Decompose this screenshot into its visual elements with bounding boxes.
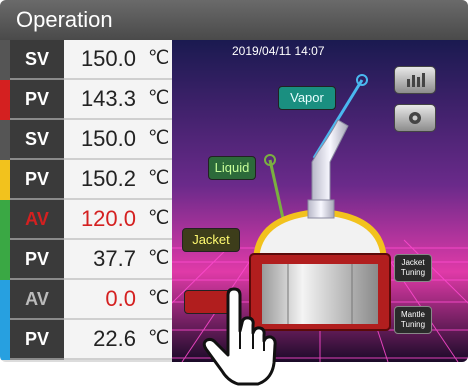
reading-row[interactable]: AV 120.0 ℃ [0,200,172,240]
hand-pointer-icon [202,287,277,386]
settings-button[interactable] [394,104,436,132]
reading-label: SV [10,120,64,160]
button-label: Tuning [400,320,426,329]
title-bar: Operation [0,0,468,40]
reading-value: 150.0 [80,126,136,151]
reading-value: 143.3 [80,86,136,111]
readings-panel: SV 150.0 ℃ PV 143.3 ℃ SV 150.0 ℃ PV 150.2 ℃ … [0,40,172,362]
reading-value: 37.7 [93,246,136,271]
reading-label: SV [10,40,64,80]
reading-value: 120.0 [80,206,136,231]
reading-label: PV [10,320,64,360]
row-color-stripe [0,40,10,80]
reading-label: PV [10,160,64,200]
reading-unit: ℃ [148,248,170,269]
reading-row[interactable]: SV 150.0 ℃ [0,40,172,80]
reading-unit: ℃ [148,48,170,69]
button-label: Mantle [400,310,425,319]
row-color-stripe [0,80,10,120]
reading-label: PV [10,240,64,280]
reading-unit: ℃ [148,168,170,189]
mantle-tuning-button[interactable]: Mantle Tuning [394,306,432,334]
bar-chart-icon [407,73,425,87]
gear-icon [409,112,421,124]
row-color-stripe [0,160,10,200]
reading-row[interactable]: SV 150.0 ℃ [0,120,172,160]
row-color-stripe [0,200,10,240]
reading-row[interactable]: AV 0.0 ℃ [0,280,172,320]
row-color-stripe [0,240,10,280]
row-color-stripe [0,120,10,160]
reading-value: 22.6 [93,326,136,351]
liquid-sensor-label[interactable]: Liquid [208,156,256,180]
reading-unit: ℃ [148,328,170,349]
row-color-stripe [0,280,10,320]
jacket-tuning-button[interactable]: Jacket Tuning [394,254,432,282]
reading-row[interactable]: PV 143.3 ℃ [0,80,172,120]
page-title: Operation [16,7,113,32]
datetime-display: 2019/04/11 14:07 [232,44,325,58]
vapor-sensor-label[interactable]: Vapor [278,86,336,110]
button-label: Jacket [401,258,425,267]
row-color-stripe [0,320,10,360]
button-label: Tuning [400,268,426,277]
chart-button[interactable] [394,66,436,94]
reading-row[interactable]: PV 22.6 ℃ [0,320,172,360]
reading-unit: ℃ [148,128,170,149]
reading-label: AV [10,280,64,320]
reading-unit: ℃ [148,208,170,229]
reading-label: PV [10,80,64,120]
reading-unit: ℃ [148,88,170,109]
jacket-sensor-label[interactable]: Jacket [182,228,240,252]
reading-value: 0.0 [105,286,136,311]
reading-row[interactable]: PV 37.7 ℃ [0,240,172,280]
reading-value: 150.2 [80,166,136,191]
reading-label: AV [10,200,64,240]
reading-value: 150.0 [80,46,136,71]
reading-unit: ℃ [148,288,170,309]
reading-row[interactable]: PV 150.2 ℃ [0,160,172,200]
